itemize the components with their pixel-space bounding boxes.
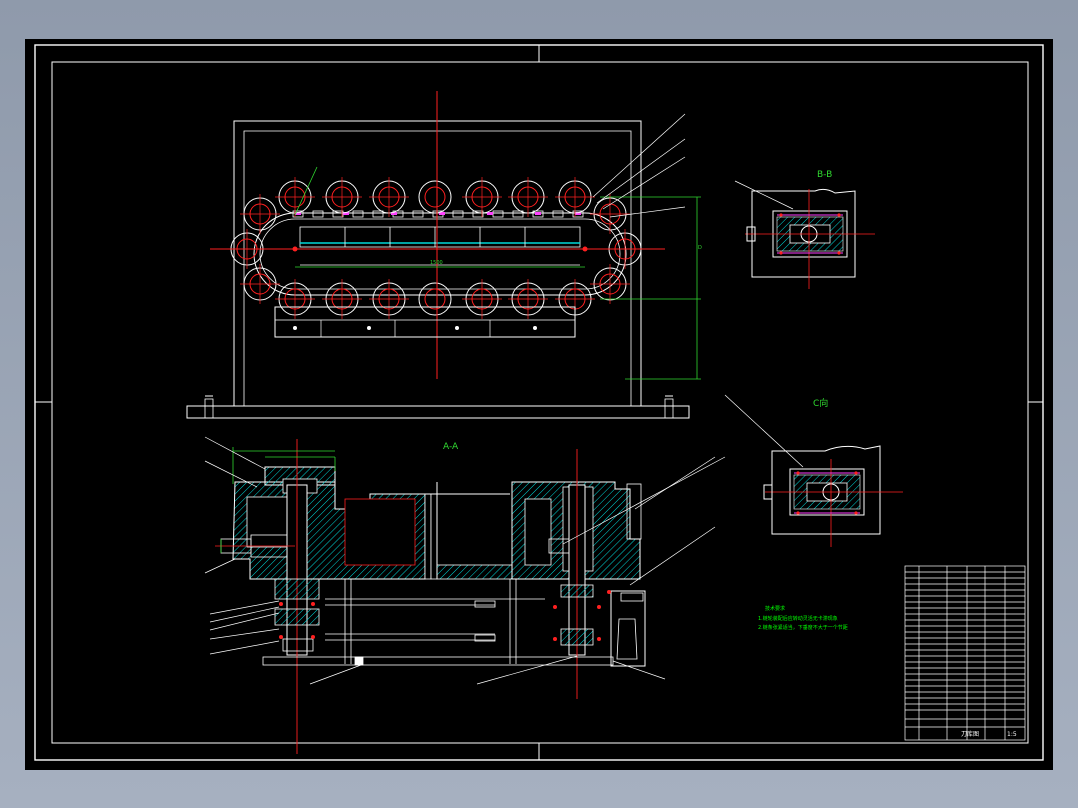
view-bb: B-B xyxy=(734,170,875,289)
view-c-label: C向 xyxy=(813,397,828,409)
chain-guide xyxy=(299,226,581,248)
leader-lines xyxy=(592,113,686,218)
drawing-name: 刀库图 xyxy=(961,730,979,738)
cad-drawing: 1500 D B-B C向 A-A 技术要求 1.链轮装配后应转动灵活无卡滞现象… xyxy=(34,44,1044,761)
outer-frame xyxy=(34,44,1044,761)
view-c: C向 xyxy=(724,394,903,547)
tech-notes-title: 技术要求 xyxy=(765,605,785,612)
svg-text:D: D xyxy=(698,245,702,251)
tech-note-line: 2.链条张紧适当，下垂度不大于一个节距 xyxy=(758,624,848,631)
view-aa: A-A xyxy=(204,436,726,754)
chain-loop xyxy=(253,212,627,296)
drawing-scale: 1:5 xyxy=(1007,731,1017,738)
svg-text:1500: 1500 xyxy=(430,260,443,266)
section-aa-label: A-A xyxy=(443,442,459,452)
title-block xyxy=(904,565,1026,741)
inner-frame xyxy=(51,61,1029,744)
section-bb-label: B-B xyxy=(817,170,832,180)
drawing-sheet: 1500 D B-B C向 A-A 技术要求 1.链轮装配后应转动灵活无卡滞现象… xyxy=(25,39,1053,770)
frame-center-marks xyxy=(35,45,1043,760)
tech-notes: 技术要求 1.链轮装配后应转动灵活无卡滞现象 2.链条张紧适当，下垂度不大于一个… xyxy=(758,605,848,631)
magazine-top-view: 1500 D xyxy=(186,91,702,419)
base-plate xyxy=(186,405,690,419)
tech-note-line: 1.链轮装配后应转动灵活无卡滞现象 xyxy=(758,615,838,622)
title-block-text: 刀库图 1:5 xyxy=(961,730,1017,738)
